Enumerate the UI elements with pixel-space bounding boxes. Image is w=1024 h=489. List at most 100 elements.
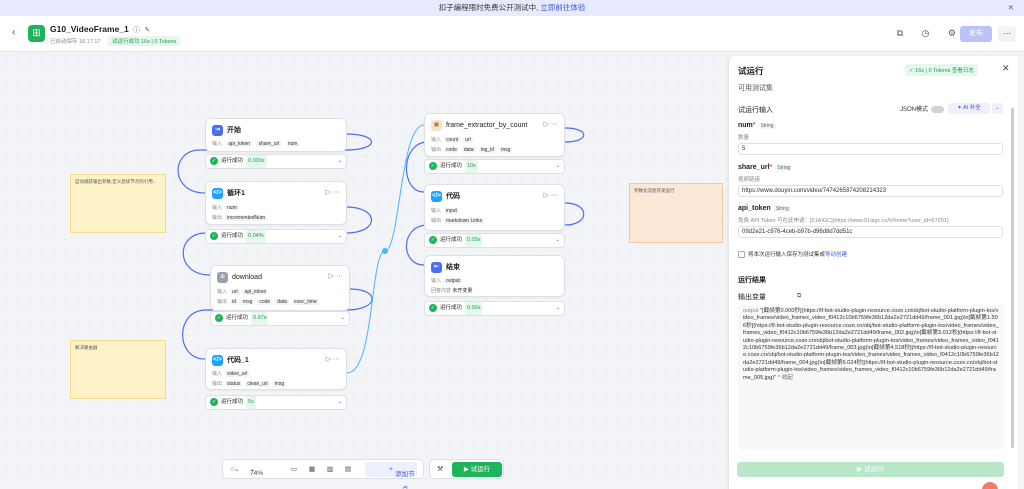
checkbox[interactable] xyxy=(738,251,745,259)
chevron-down-icon[interactable]: ⌄ xyxy=(555,160,560,173)
note-card[interactable]: 解决路由器 xyxy=(70,340,166,399)
output-value: "[截帧第0.000秒](https://lf-bot-studio-plugi… xyxy=(743,308,999,381)
node-status[interactable]: ✓ 运行成功 0.000s ⌄ xyxy=(205,154,347,169)
chevron-down-icon[interactable]: ⌄ xyxy=(340,312,345,325)
node-loop1[interactable]: </> 循环1 ▷ ⋯ 输入 num 输出 incrementedNum xyxy=(205,181,347,225)
top-bar: ‹ ⊞ G10_VideoFrame_1 ⓘ ✎ 已自动保存 16:17:17 … xyxy=(0,16,1024,52)
chevron-down-icon[interactable]: ⌄ xyxy=(337,155,342,168)
chevron-down-icon[interactable]: ⌄ xyxy=(992,103,1003,114)
history-icon[interactable]: ◷ xyxy=(922,28,930,38)
zoom-select[interactable]: 74% ⌄ xyxy=(250,465,263,477)
var-tag: code xyxy=(444,147,459,153)
layout-icon[interactable]: ▤ xyxy=(345,465,351,473)
collapse-toggle[interactable]: ^ 收起 xyxy=(778,375,793,381)
zoom-value: 74% xyxy=(250,470,264,477)
comment-icon[interactable]: ▭ xyxy=(291,465,297,473)
info-icon[interactable]: ⓘ xyxy=(133,27,140,34)
panel-run-button[interactable]: ▶ 试运行 xyxy=(737,462,1004,477)
pointer-icon[interactable]: ☝⌄ xyxy=(230,465,239,473)
publish-button[interactable]: 发布 xyxy=(960,26,992,42)
edit-icon[interactable]: ✎ xyxy=(145,27,151,34)
var-tag: input xyxy=(444,208,459,214)
json-mode-label: JSON模式 xyxy=(900,107,929,113)
canvas-toolbar: ☝⌄ 74% ⌄ ▭ ▦ ▨ ▤ + 添加节点 xyxy=(222,459,424,489)
node-start[interactable]: ⇥ 开始 输入 api_token share_url num xyxy=(205,118,347,152)
back-icon[interactable]: ‹ xyxy=(12,27,15,38)
toggle-switch[interactable] xyxy=(931,105,945,113)
note-card[interactable]: 自动捕获输出参数,定义后续节点的引用... xyxy=(70,174,166,233)
node-answer: 回答内容 未开变量 xyxy=(431,287,472,294)
share-url-input[interactable]: https://www.douyin.com/video/74742658742… xyxy=(738,185,1003,197)
node-title: download xyxy=(232,274,262,281)
settings-icon[interactable]: ⚙ xyxy=(948,28,956,38)
chevron-down-icon[interactable]: ⌄ xyxy=(337,396,342,409)
close-panel-icon[interactable]: ✕ xyxy=(1002,63,1010,74)
image-icon[interactable]: ▨ xyxy=(327,465,333,473)
duration-badge: 0.000s xyxy=(246,155,267,168)
node-frame-extractor[interactable]: ▣ frame_extractor_by_count ▷ ⋯ 输入 count url… xyxy=(424,113,565,157)
ai-fill-button[interactable]: ✦ AI 补全 xyxy=(948,103,990,114)
node-title: 开始 xyxy=(227,127,241,134)
node-actions[interactable]: ▷ ⋯ xyxy=(326,188,340,196)
note-card[interactable]: 参数化流程开发运行 xyxy=(629,183,723,243)
run-button[interactable]: ▶ 试运行 xyxy=(452,462,502,477)
copy-icon[interactable]: ⧉ xyxy=(797,293,801,300)
var-tag: data xyxy=(275,299,289,305)
node-status[interactable]: ✓ 运行成功 0.04% ⌄ xyxy=(205,229,347,244)
var-tag: url xyxy=(230,289,240,295)
run-status-badge[interactable]: 试运行成功 16s | 0 Tokens xyxy=(108,36,181,46)
node-status[interactable]: ✓ 运行成功 0.03s ⌄ xyxy=(424,233,565,248)
wrench-icon[interactable]: ⚒ xyxy=(437,465,443,473)
banner-link[interactable]: 立即前往体验 xyxy=(540,3,585,12)
node-title: frame_extractor_by_count xyxy=(446,122,528,129)
outputs-label: 输出 xyxy=(212,215,223,221)
json-mode-toggle[interactable]: JSON模式 xyxy=(900,104,945,113)
node-status[interactable]: ✓ 运行成功 0.97s ⌄ xyxy=(210,311,350,326)
panel-scrollbar[interactable] xyxy=(1011,108,1014,448)
outputs-label: 输出 xyxy=(431,218,442,224)
num-input[interactable]: 5 xyxy=(738,143,1003,155)
create-link[interactable]: 导动创建 xyxy=(825,252,847,258)
api-token-input[interactable]: 09d2e21-c976-4ceb-b97b-d96d8d7dd51c xyxy=(738,226,1003,238)
node-outputs: 输出 markdown Links xyxy=(431,217,485,224)
more-icon[interactable]: ⋯ xyxy=(998,26,1016,42)
node-status[interactable]: ✓ 运行成功 10s ⌄ xyxy=(424,159,565,174)
copy-icon[interactable]: ⧉ xyxy=(897,28,903,38)
node-inputs: 输入 input xyxy=(431,207,459,214)
node-inputs: 输入 api_token share_url num xyxy=(212,140,300,147)
outputs-label: 输出 xyxy=(212,381,223,387)
save-as-test-set[interactable]: 将本次运行输入保存为测试集或导动创建 xyxy=(738,250,847,259)
node-download[interactable]: ⊕ download ▷ ⋯ 输入 url api_token 输出 id msg code… xyxy=(210,265,350,311)
chevron-down-icon[interactable]: ⌄ xyxy=(555,302,560,315)
banner-text: 扣子编程限时免费公开测试中, xyxy=(438,3,539,12)
node-actions[interactable]: ▷ ⋯ xyxy=(544,191,558,199)
output-box[interactable]: output "[截帧第0.000秒](https://lf-bot-studi… xyxy=(738,305,1004,450)
field-label-num: num* String xyxy=(738,122,776,129)
node-status[interactable]: ✓ 运行成功 0.00s ⌄ xyxy=(424,301,565,316)
inputs-label: 输入 xyxy=(217,289,228,295)
required-mark: * xyxy=(752,122,756,129)
test-set-toggle[interactable]: 可用测试集 xyxy=(738,83,773,93)
node-code1[interactable]: </> 代码_1 ▷ ⋯ 输入 video_url 输出 status clean_ur… xyxy=(205,348,347,390)
var-tag: log_id xyxy=(478,147,496,153)
chevron-down-icon[interactable]: ⌄ xyxy=(337,230,342,243)
node-status[interactable]: ✓ 运行成功 5s ⌄ xyxy=(205,395,347,410)
field-label-api-token: api_token String xyxy=(738,205,791,212)
panel-run-badge[interactable]: ✓ 16s | 0 Tokens 查看日志 xyxy=(905,64,978,76)
node-actions[interactable]: ▷ ⋯ xyxy=(326,355,340,363)
minimap-icon[interactable]: ▦ xyxy=(309,465,315,473)
node-end[interactable]: ⇤ 结束 输入 output 回答内容 未开变量 xyxy=(424,255,565,297)
field-label-share-url: share_url* String xyxy=(738,164,793,171)
node-actions[interactable]: ▷ ⋯ xyxy=(329,272,343,280)
var-tag: id xyxy=(230,299,238,305)
edge-joint xyxy=(382,248,388,254)
node-title: 循环1 xyxy=(227,190,245,197)
node-actions[interactable]: ▷ ⋯ xyxy=(544,120,558,128)
close-icon[interactable]: ✕ xyxy=(1008,0,1014,16)
node-code[interactable]: </> 代码 ▷ ⋯ 输入 input 输出 markdown Links xyxy=(424,184,565,231)
field-name: share_url xyxy=(738,164,770,171)
success-icon: ✓ xyxy=(215,313,223,322)
add-node-button[interactable]: + 添加节点 xyxy=(365,462,417,489)
chevron-down-icon[interactable]: ⌄ xyxy=(555,234,560,247)
workflow-canvas[interactable]: 自动捕获输出参数,定义后续节点的引用... 解决路由器 参数化流程开发运行 ⇥ 开… xyxy=(0,53,727,489)
